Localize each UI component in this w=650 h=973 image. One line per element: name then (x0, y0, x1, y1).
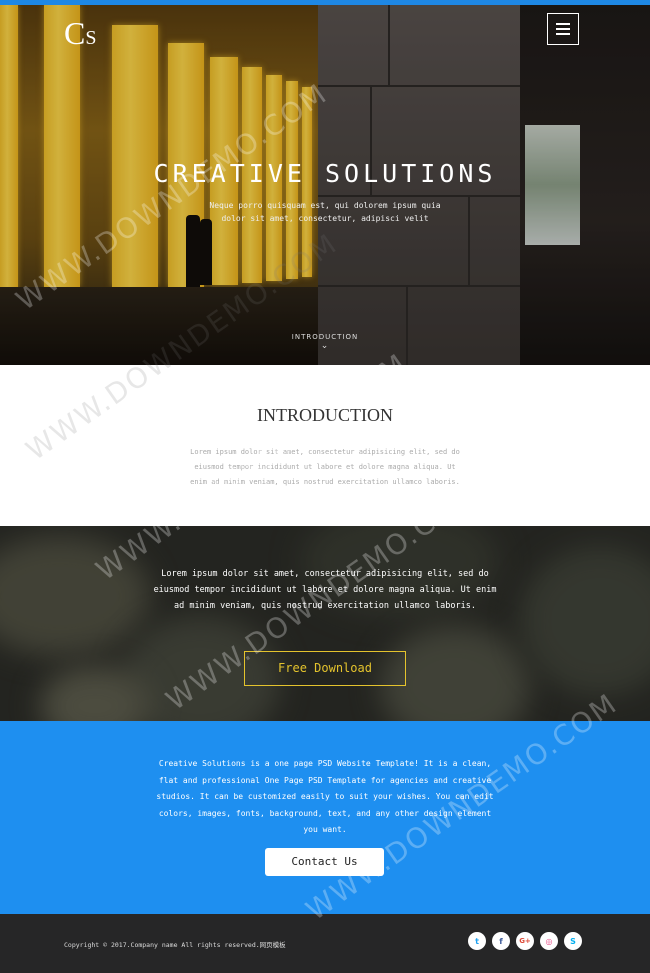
hero-subtitle: Neque porro quisquam est, qui dolorem ip… (209, 201, 441, 223)
about-text: Creative Solutions is a one page PSD Web… (156, 759, 494, 834)
copyright-text: Copyright © 2017.Company name All rights… (64, 941, 286, 949)
introduction-section: INTRODUCTION Lorem ipsum dolor sit amet,… (0, 365, 650, 526)
download-text: Lorem ipsum dolor sit amet, consectetur … (153, 569, 497, 611)
dribbble-icon[interactable]: ◎ (540, 932, 558, 950)
logo-letter-c: C (64, 15, 86, 51)
hero-section: CS CREATIVE SOLUTIONS Neque porro quisqu… (0, 5, 650, 365)
download-section: Lorem ipsum dolor sit amet, consectetur … (0, 526, 650, 721)
site-logo[interactable]: CS (64, 15, 96, 52)
introduction-title: INTRODUCTION (257, 405, 393, 425)
skype-icon[interactable]: S (564, 932, 582, 950)
chevron-down-icon: ⌄ (320, 341, 330, 351)
scroll-to-introduction-link[interactable]: INTRODUCTION ⌄ (0, 333, 650, 351)
twitter-icon[interactable]: t (468, 932, 486, 950)
google-plus-icon[interactable]: G+ (516, 932, 534, 950)
hero-title: CREATIVE SOLUTIONS (153, 159, 497, 188)
facebook-icon[interactable]: f (492, 932, 510, 950)
free-download-button[interactable]: Free Download (244, 651, 406, 686)
about-section: Creative Solutions is a one page PSD Web… (0, 721, 650, 914)
contact-us-button[interactable]: Contact Us (265, 848, 384, 876)
footer: Copyright © 2017.Company name All rights… (0, 914, 650, 973)
social-links: t f G+ ◎ S (468, 932, 582, 950)
scroll-label: INTRODUCTION (291, 333, 359, 341)
hamburger-menu-icon[interactable] (547, 13, 579, 45)
logo-letter-s: S (85, 27, 97, 49)
introduction-text: Lorem ipsum dolor sit amet, consectetur … (190, 448, 460, 486)
